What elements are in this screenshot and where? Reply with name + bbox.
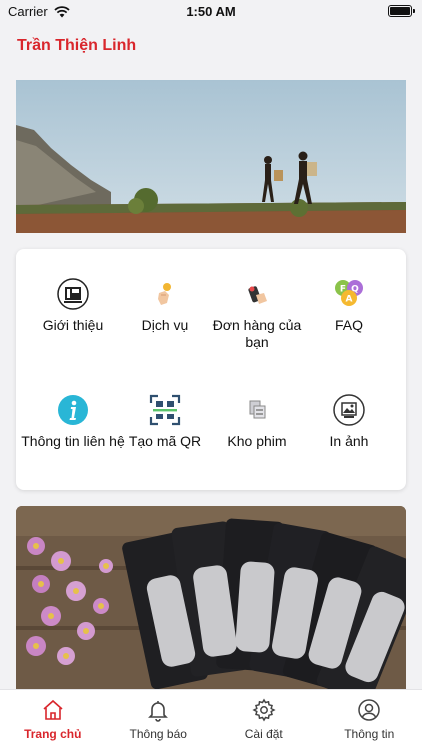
menu-item-faq[interactable]: F Q A FAQ	[294, 277, 404, 334]
svg-text:Q: Q	[351, 285, 359, 295]
status-bar: Carrier 1:50 AM	[0, 0, 422, 24]
photo-print-icon	[332, 393, 366, 427]
menu-card: Giới thiệu Dịch vụ Đơn hàng của bạn F Q …	[16, 249, 406, 490]
battery-icon	[388, 5, 415, 17]
bell-icon	[145, 697, 171, 723]
banner-image[interactable]	[16, 80, 406, 233]
menu-item-label: Tạo mã QR	[128, 433, 202, 449]
tab-home[interactable]: Trang chủ	[0, 690, 106, 750]
tab-label: Cài đặt	[244, 727, 283, 741]
tab-label: Trang chủ	[24, 727, 82, 741]
qr-scan-icon	[148, 393, 182, 427]
menu-item-print-photo[interactable]: In ảnh	[294, 393, 404, 450]
status-time: 1:50 AM	[186, 4, 236, 19]
svg-text:A: A	[346, 295, 353, 305]
tab-settings[interactable]: Cài đặt	[211, 690, 317, 750]
user-name: Trần Thiện Linh	[17, 37, 137, 54]
user-icon	[356, 697, 382, 723]
info-icon	[56, 393, 90, 427]
menu-item-label: FAQ	[334, 317, 363, 333]
home-icon	[40, 697, 66, 723]
tab-label: Thông tin	[344, 727, 395, 741]
faq-icon: F Q A	[332, 277, 366, 311]
tab-notifications[interactable]: Thông báo	[106, 690, 212, 750]
menu-item-label: Giới thiệu	[42, 317, 104, 333]
logo-icon	[56, 277, 90, 311]
menu-item-label: Kho phim	[227, 433, 287, 449]
menu-item-label: Dịch vụ	[141, 317, 189, 333]
svg-text:F: F	[340, 285, 346, 295]
phone-cart-icon	[240, 277, 274, 311]
tab-label: Thông báo	[129, 727, 187, 741]
hand-coin-icon	[148, 277, 182, 311]
film-storage-icon	[240, 393, 274, 427]
gear-icon	[251, 697, 277, 723]
product-photo[interactable]	[16, 506, 406, 690]
tab-profile[interactable]: Thông tin	[317, 690, 422, 750]
tab-bar: Trang chủ Thông báo Cài đặt Thông tin	[0, 689, 422, 750]
menu-item-label: In ảnh	[329, 433, 369, 449]
